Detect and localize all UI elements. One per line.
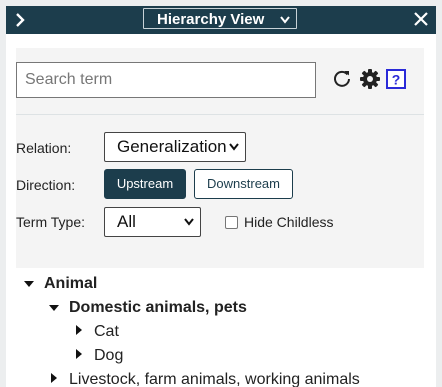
hide-childless-label: Hide Childless: [244, 214, 334, 230]
chevron-right-icon[interactable]: [10, 9, 30, 31]
caret-down-icon[interactable]: [47, 297, 61, 321]
search-row: ?: [16, 48, 424, 115]
view-select[interactable]: Hierarchy View: [143, 8, 297, 29]
tree-node-domestic-animals[interactable]: Domestic animals, pets: [47, 296, 247, 320]
caret-right-icon[interactable]: [47, 370, 61, 387]
search-input[interactable]: [16, 62, 316, 98]
caret-down-icon[interactable]: [22, 273, 36, 297]
gear-icon[interactable]: [359, 68, 381, 90]
tree-node-label: Domestic animals, pets: [69, 299, 247, 316]
upstream-button[interactable]: Upstream: [104, 169, 186, 199]
tree-node-label: Animal: [44, 275, 98, 292]
chevron-down-icon: [229, 133, 239, 162]
svg-text:?: ?: [392, 72, 401, 88]
relation-label: Relation:: [16, 140, 72, 156]
help-icon[interactable]: ?: [385, 68, 407, 90]
caret-right-icon[interactable]: [72, 322, 86, 346]
tree-node-dog[interactable]: Dog: [72, 344, 123, 368]
tree-node-livestock[interactable]: Livestock, farm animals, working animals: [47, 368, 360, 387]
tree-node-label: Cat: [94, 323, 119, 340]
controls-panel: ? Relation: Generalization Direction: Up…: [16, 48, 424, 268]
caret-right-icon[interactable]: [72, 346, 86, 370]
downstream-button[interactable]: Downstream: [194, 169, 293, 199]
relation-select-value: Generalization: [117, 137, 227, 156]
close-icon[interactable]: [412, 8, 430, 30]
hierarchy-panel: Hierarchy View Search term ? Relation: G…: [6, 6, 436, 387]
hierarchy-tree: Animal Domestic animals, pets Cat Dog Li…: [6, 268, 436, 387]
tree-node-cat[interactable]: Cat: [72, 320, 119, 344]
term-type-select-value: All: [117, 212, 136, 231]
term-type-select[interactable]: All: [104, 207, 201, 237]
tree-node-label: Dog: [94, 347, 124, 364]
tree-node-label: Livestock, farm animals, working animals: [69, 371, 360, 387]
chevron-down-icon: [280, 9, 290, 32]
app-frame: Hierarchy View Search term ? Relation: G…: [0, 0, 442, 387]
relation-select[interactable]: Generalization: [104, 132, 246, 162]
chevron-down-icon: [184, 208, 194, 237]
panel-titlebar: Hierarchy View: [6, 6, 436, 34]
direction-label: Direction:: [16, 177, 76, 193]
hide-childless-checkbox[interactable]: [225, 216, 238, 229]
term-type-label: Term Type:: [16, 214, 85, 230]
refresh-icon[interactable]: [331, 68, 353, 90]
tree-node-animal[interactable]: Animal: [22, 272, 97, 296]
view-select-value: Hierarchy View: [157, 11, 265, 28]
